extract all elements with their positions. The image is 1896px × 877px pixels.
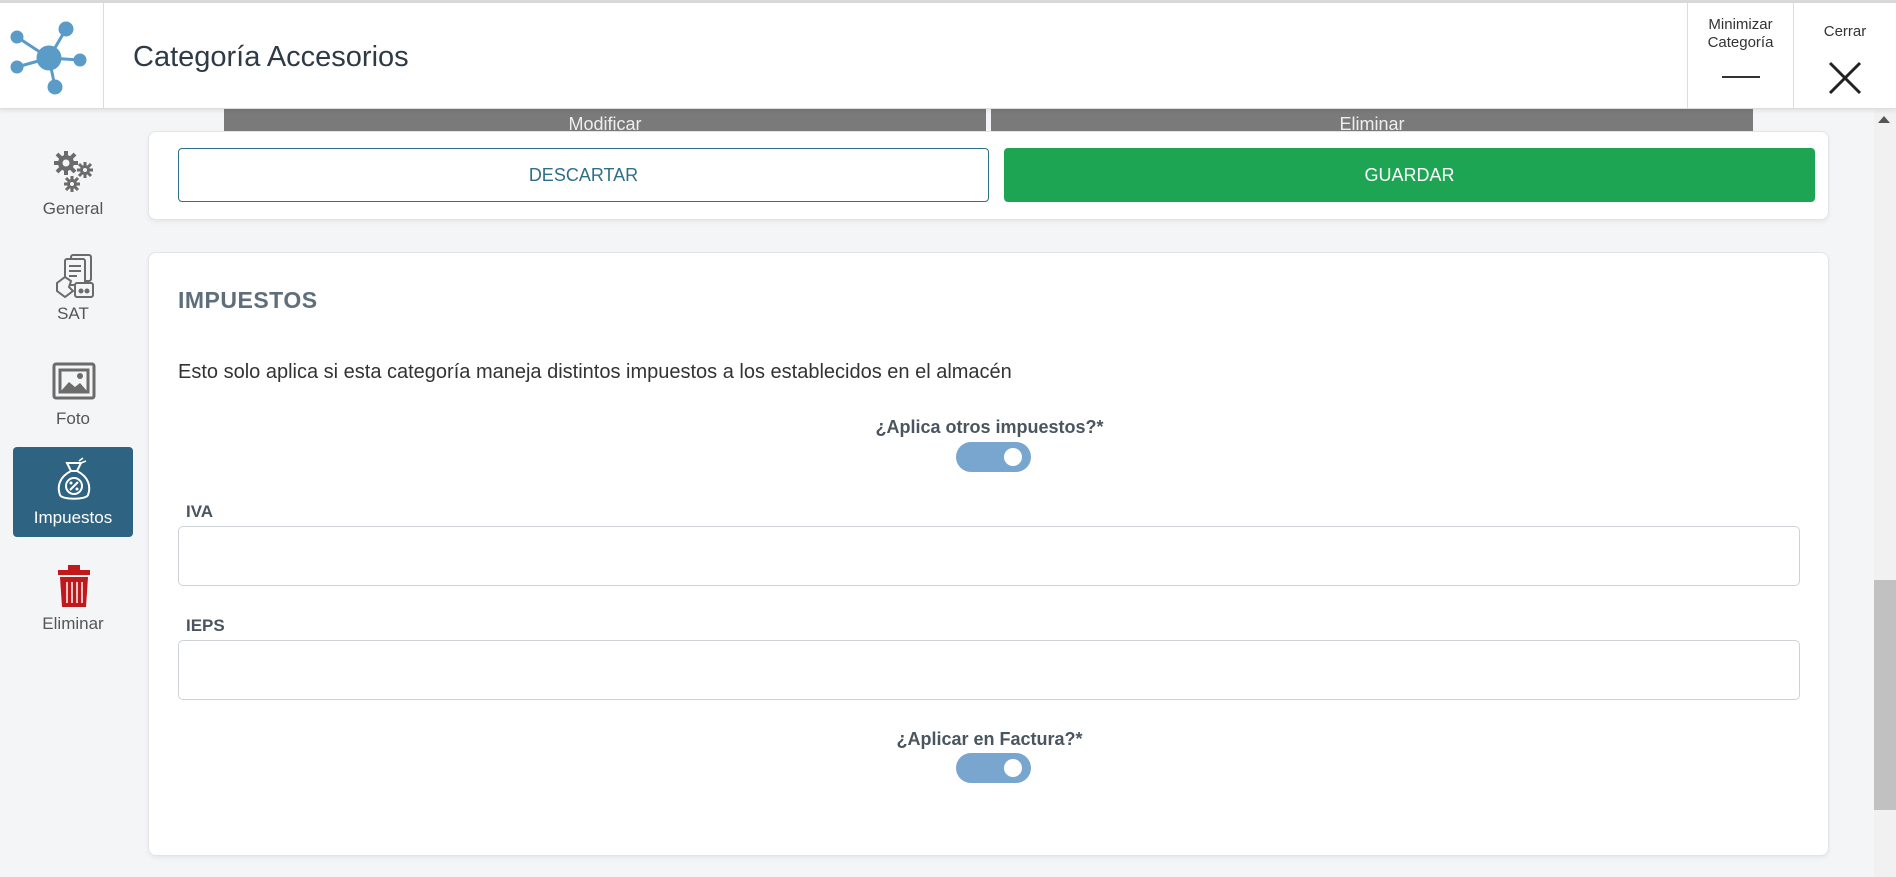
minimize-label: Minimizar Categoría (1688, 16, 1793, 52)
minimize-icon (1722, 76, 1760, 78)
sidebar-item-label: SAT (57, 304, 89, 323)
minimize-button[interactable]: Minimizar Categoría (1687, 3, 1793, 109)
action-bar: DESCARTAR GUARDAR (148, 131, 1829, 220)
invoice-label: ¿Aplicar en Factura?* (896, 729, 1083, 749)
sidebar-item-label: Impuestos (33, 508, 113, 527)
scroll-up-arrow-icon[interactable] (1878, 116, 1890, 123)
app-logo[interactable] (0, 3, 104, 109)
sidebar-item-label: Eliminar (42, 614, 104, 633)
ieps-input[interactable] (178, 640, 1800, 700)
sidebar-item-label: General (42, 199, 104, 218)
sidebar: General SAT Foto Impuestos Eliminar (0, 110, 146, 877)
close-label: Cerrar (1823, 23, 1867, 40)
sidebar-item-label: Foto (55, 409, 91, 428)
gears-icon (54, 151, 93, 192)
documents-hand-icon (56, 254, 94, 299)
section-description: Esto solo aplica si esta categoría manej… (178, 361, 1012, 383)
close-button[interactable]: Cerrar (1793, 3, 1896, 109)
toggle-knob (1004, 759, 1022, 777)
minimize-label-line2: Categoría (1707, 34, 1774, 51)
sidebar-item-sat[interactable]: SAT (13, 243, 133, 333)
invoice-toggle[interactable] (956, 753, 1031, 783)
scrollbar-thumb[interactable] (1874, 580, 1896, 810)
section-title: IMPUESTOS (178, 287, 318, 313)
close-icon (1828, 61, 1862, 95)
network-logo-icon (10, 21, 87, 95)
page-title: Categoría Accesorios (133, 41, 409, 73)
trash-icon (58, 565, 90, 607)
toggle-knob (1004, 448, 1022, 466)
sidebar-item-foto[interactable]: Foto (13, 348, 133, 438)
sidebar-item-eliminar[interactable]: Eliminar (13, 553, 133, 643)
save-button[interactable]: GUARDAR (1004, 148, 1815, 202)
modify-button[interactable]: Modificar (224, 109, 986, 131)
sidebar-item-general[interactable]: General (13, 138, 133, 228)
iva-input[interactable] (178, 526, 1800, 586)
other-taxes-label: ¿Aplica otros impuestos?* (875, 417, 1104, 437)
taxes-section: IMPUESTOS Esto solo aplica si esta categ… (148, 252, 1829, 856)
header: Categoría Accesorios Minimizar Categoría… (0, 3, 1896, 109)
delete-button[interactable]: Eliminar (991, 109, 1753, 131)
sidebar-item-impuestos[interactable]: Impuestos (13, 447, 133, 537)
tax-bag-icon (57, 457, 91, 500)
ieps-label: IEPS (186, 616, 225, 635)
other-taxes-toggle[interactable] (956, 442, 1031, 472)
minimize-label-line1: Minimizar (1708, 16, 1773, 33)
photo-icon (52, 362, 96, 400)
discard-button[interactable]: DESCARTAR (178, 148, 989, 202)
iva-label: IVA (186, 502, 214, 521)
